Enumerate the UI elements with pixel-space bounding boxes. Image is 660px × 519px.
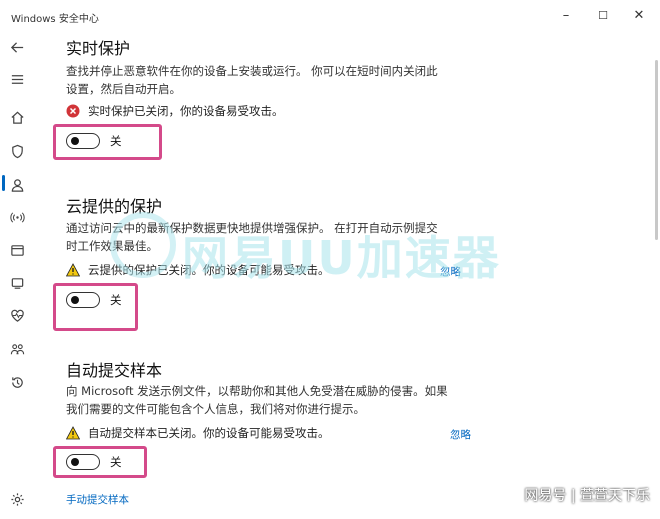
menu-icon[interactable] — [8, 70, 26, 88]
sample-heading: 自动提交样本 — [66, 361, 163, 380]
watermark-text: 网易UU加速器 — [182, 231, 501, 285]
sample-toggle-switch[interactable] — [66, 454, 100, 470]
network-icon[interactable] — [8, 208, 26, 226]
close-button[interactable]: ✕ — [628, 6, 650, 26]
error-icon — [66, 104, 80, 118]
cloud-toggle-label: 关 — [110, 293, 122, 307]
back-arrow-icon[interactable] — [8, 38, 26, 56]
cloud-toggle[interactable]: 关 — [66, 292, 122, 308]
sample-ignore-link[interactable]: 忽略 — [450, 427, 471, 442]
realtime-toggle-switch[interactable] — [66, 133, 100, 149]
warning-icon — [66, 263, 80, 277]
device-security-icon[interactable] — [8, 274, 26, 292]
cloud-toggle-switch[interactable] — [66, 292, 100, 308]
sample-description-line1: 向 Microsoft 发送示例文件，以帮助你和其他人免受潜在威胁的侵害。如果 — [66, 384, 448, 398]
health-icon[interactable] — [8, 306, 26, 324]
family-icon[interactable] — [8, 340, 26, 358]
toggle-knob — [71, 137, 79, 145]
sample-description-line2: 我们需要的文件可能包含个人信息，我们将对你进行提示。 — [66, 402, 365, 416]
source-credit: 网易号 | 萱萱天下乐 — [524, 488, 650, 504]
shield-icon[interactable] — [8, 142, 26, 160]
scrollbar[interactable] — [655, 60, 658, 240]
manual-submit-sample-link[interactable]: 手动提交样本 — [66, 492, 129, 507]
home-icon[interactable] — [8, 108, 26, 126]
sample-toggle-label: 关 — [110, 455, 122, 469]
settings-gear-icon[interactable] — [8, 490, 26, 508]
nav-rail — [0, 32, 34, 519]
toggle-knob — [71, 296, 79, 304]
warning-icon — [66, 426, 80, 440]
nav-selection-indicator — [2, 175, 5, 191]
realtime-description-line1: 查找并停止恶意软件在你的设备上安装或运行。 你可以在短时间内关闭此 — [66, 64, 438, 78]
realtime-status: 实时保护已关闭，你的设备易受攻击。 — [66, 103, 284, 119]
sample-toggle[interactable]: 关 — [66, 454, 122, 470]
realtime-heading: 实时保护 — [66, 39, 131, 58]
history-icon[interactable] — [8, 373, 26, 391]
realtime-toggle-label: 关 — [110, 134, 122, 148]
toggle-knob — [71, 458, 79, 466]
sample-status-text: 自动提交样本已关闭。你的设备可能易受攻击。 — [88, 426, 330, 440]
sample-status: 自动提交样本已关闭。你的设备可能易受攻击。 — [66, 425, 330, 441]
realtime-status-text: 实时保护已关闭，你的设备易受攻击。 — [88, 104, 284, 118]
app-browser-icon[interactable] — [8, 241, 26, 259]
realtime-description-line2: 设置，然后自动开启。 — [66, 82, 181, 96]
realtime-toggle[interactable]: 关 — [66, 133, 122, 149]
account-icon[interactable] — [8, 176, 26, 194]
watermark-logo — [110, 212, 176, 278]
